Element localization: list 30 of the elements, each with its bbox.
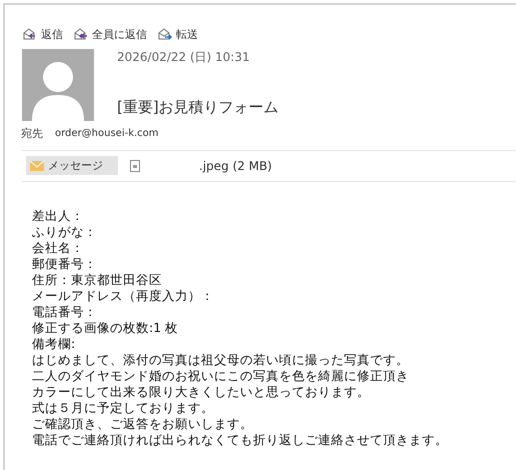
envelope-icon [30, 160, 44, 170]
recipient-label: 宛先 [21, 126, 43, 141]
body-text-line: 修正する画像の枚数:1 枚 [32, 320, 180, 336]
toolbar-button[interactable]: 全員に返信 [73, 26, 147, 42]
body-text-line: 備考欄: [32, 336, 76, 352]
body-text-line: カラーにして出来る限り大きくしたいと思っております。 [32, 384, 371, 400]
body-text-line: 会社名： [32, 240, 85, 256]
body-text-line: 電話番号： [32, 304, 98, 320]
message-tab[interactable]: メッセージ [26, 156, 118, 175]
body-text-line: はじめまして、添付の写真は祖父母の若い頃に撮った写真です。 [32, 352, 410, 368]
reply-icon [22, 27, 38, 41]
body-text-line: 差出人： [32, 208, 85, 224]
body-text-line: ご確認頂き、ご返答をお願いします。 [32, 416, 254, 432]
body-text-line: 郵便番号： [32, 256, 98, 272]
file-icon [130, 160, 140, 172]
toolbar-button[interactable]: 返信 [22, 26, 63, 42]
recipient-address: order@housei-k.com [55, 128, 159, 139]
toolbar-button[interactable]: 転送 [157, 26, 198, 42]
body-text-line: ふりがな： [32, 224, 98, 240]
body-text-line: 二人のダイヤモンド婚のお祝いにこの写真を色を綺麗に修正頂き [32, 368, 410, 384]
body-text-line: 電話でご連絡頂ければ出られなくても折り返しご連絡させて頂きます。 [32, 432, 449, 448]
mail-subject: [重要]お見積りフォーム [117, 98, 279, 117]
attachment-item[interactable]: .jpeg (2 MB) [126, 156, 276, 175]
reply-all-icon [73, 27, 89, 41]
body-text-line: 式は５月に予定しております。 [32, 400, 215, 416]
avatar-icon [22, 49, 94, 121]
forward-icon [157, 27, 173, 41]
body-text-line: 住所：東京都世田谷区 [32, 272, 163, 288]
body-text-line: メールアドレス（再度入力）： [32, 288, 215, 304]
sent-date: 2026/02/22 (日) 10:31 [117, 49, 251, 66]
